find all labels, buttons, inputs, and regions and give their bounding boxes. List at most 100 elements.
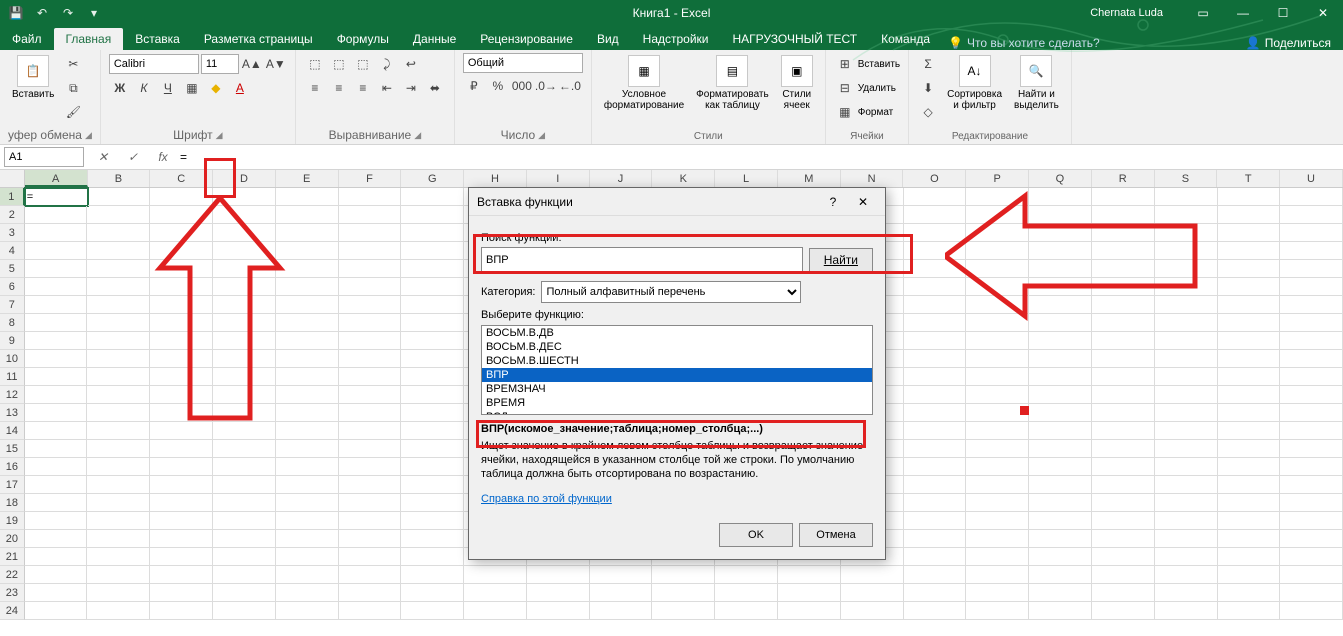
cell[interactable]	[87, 278, 150, 296]
col-header[interactable]: D	[213, 170, 276, 187]
cell[interactable]	[213, 206, 276, 224]
cell[interactable]	[904, 260, 967, 278]
cell[interactable]	[1155, 422, 1218, 440]
cell[interactable]	[1092, 512, 1155, 530]
cell[interactable]	[1218, 602, 1281, 620]
indent-inc-icon[interactable]: ⇥	[400, 77, 422, 99]
cell[interactable]	[1155, 386, 1218, 404]
cell[interactable]	[1218, 476, 1281, 494]
cell[interactable]	[1155, 440, 1218, 458]
cell[interactable]	[1092, 584, 1155, 602]
cell[interactable]	[1155, 404, 1218, 422]
cell[interactable]	[904, 548, 967, 566]
cell[interactable]	[1280, 548, 1343, 566]
cell[interactable]	[213, 332, 276, 350]
row-header[interactable]: 1	[0, 188, 25, 206]
cell[interactable]	[401, 530, 464, 548]
cell[interactable]	[966, 548, 1029, 566]
cell[interactable]	[213, 350, 276, 368]
cell[interactable]	[276, 584, 339, 602]
cell[interactable]	[1155, 476, 1218, 494]
cell[interactable]	[213, 584, 276, 602]
cell[interactable]	[339, 296, 402, 314]
cell[interactable]	[213, 314, 276, 332]
cell[interactable]	[276, 242, 339, 260]
cell[interactable]	[87, 530, 150, 548]
cell[interactable]	[276, 368, 339, 386]
cell[interactable]	[276, 188, 339, 206]
cell[interactable]	[1092, 476, 1155, 494]
cell[interactable]	[966, 314, 1029, 332]
cell[interactable]	[1280, 188, 1343, 206]
cell[interactable]	[276, 566, 339, 584]
cell[interactable]	[1218, 440, 1281, 458]
cell[interactable]	[1218, 224, 1281, 242]
cell[interactable]	[213, 296, 276, 314]
cell[interactable]	[1155, 602, 1218, 620]
col-header[interactable]: L	[715, 170, 778, 187]
underline-icon[interactable]: Ч	[157, 77, 179, 99]
cell[interactable]	[1092, 188, 1155, 206]
cell[interactable]	[276, 206, 339, 224]
number-format-select[interactable]	[463, 53, 583, 73]
cell[interactable]	[339, 584, 402, 602]
cell[interactable]	[339, 332, 402, 350]
col-header[interactable]: R	[1092, 170, 1155, 187]
cell[interactable]	[339, 422, 402, 440]
cell[interactable]	[1218, 332, 1281, 350]
cell[interactable]	[25, 260, 88, 278]
cell[interactable]	[464, 584, 527, 602]
cell[interactable]	[1092, 458, 1155, 476]
cell[interactable]	[464, 566, 527, 584]
cell[interactable]	[1155, 314, 1218, 332]
cell[interactable]	[1280, 278, 1343, 296]
cell[interactable]	[1155, 584, 1218, 602]
cell[interactable]	[1029, 332, 1092, 350]
align-center-icon[interactable]: ≡	[328, 77, 350, 99]
cell[interactable]	[1218, 242, 1281, 260]
cell[interactable]	[1155, 188, 1218, 206]
cell[interactable]	[904, 422, 967, 440]
cell[interactable]	[25, 224, 88, 242]
redo-icon[interactable]: ↷	[60, 5, 76, 21]
cell[interactable]	[1218, 584, 1281, 602]
cell[interactable]	[276, 530, 339, 548]
cell[interactable]	[401, 188, 464, 206]
help-link[interactable]: Справка по этой функции	[481, 493, 612, 505]
cell[interactable]	[339, 602, 402, 620]
cell[interactable]	[1280, 422, 1343, 440]
copy-icon[interactable]: ⧉	[62, 77, 84, 99]
merge-icon[interactable]: ⬌	[424, 77, 446, 99]
find-select-button[interactable]: 🔍Найти ивыделить	[1010, 53, 1063, 113]
cell[interactable]	[1029, 296, 1092, 314]
cell[interactable]	[966, 584, 1029, 602]
cell[interactable]	[1029, 440, 1092, 458]
bold-icon[interactable]: Ж	[109, 77, 131, 99]
comma-icon[interactable]: 000	[511, 75, 533, 97]
cell[interactable]	[339, 440, 402, 458]
cell[interactable]	[276, 422, 339, 440]
ok-button[interactable]: OK	[719, 523, 793, 547]
list-item[interactable]: ВРЕМЗНАЧ	[482, 382, 872, 396]
qat-more-icon[interactable]: ▾	[86, 5, 102, 21]
col-header[interactable]: J	[590, 170, 653, 187]
tell-me[interactable]: 💡Что вы хотите сделать?	[948, 36, 1100, 50]
cell[interactable]	[1218, 296, 1281, 314]
col-header[interactable]: B	[88, 170, 151, 187]
row-header[interactable]: 21	[0, 548, 25, 566]
cell[interactable]	[1029, 206, 1092, 224]
cell[interactable]	[841, 566, 904, 584]
cell[interactable]	[1218, 350, 1281, 368]
col-header[interactable]: H	[464, 170, 527, 187]
cell[interactable]	[213, 548, 276, 566]
cell[interactable]	[715, 602, 778, 620]
cell[interactable]	[401, 332, 464, 350]
cell[interactable]	[1218, 278, 1281, 296]
cell[interactable]	[25, 476, 88, 494]
cell[interactable]	[276, 350, 339, 368]
cell[interactable]	[25, 314, 88, 332]
cell-styles-button[interactable]: ▣Стилиячеек	[777, 53, 817, 113]
cell[interactable]	[87, 476, 150, 494]
cell[interactable]	[339, 404, 402, 422]
cell[interactable]	[1029, 242, 1092, 260]
